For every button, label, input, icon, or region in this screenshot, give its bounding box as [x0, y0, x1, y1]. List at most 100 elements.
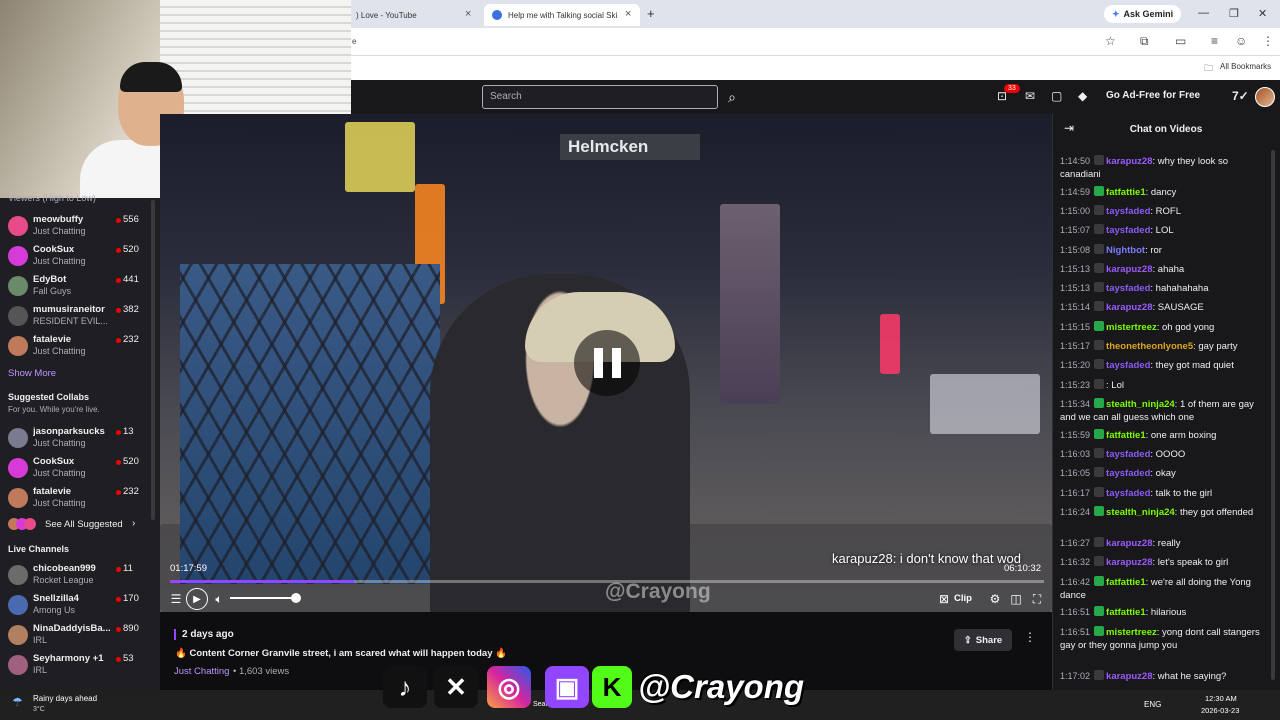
more-options-icon[interactable]: ⋮ — [1024, 630, 1036, 644]
tab-close-icon[interactable]: × — [625, 8, 631, 20]
weather-title[interactable]: Rainy days ahead — [33, 694, 97, 703]
tab-active[interactable]: Help me with Talking social Ski — [484, 4, 640, 26]
chat-username[interactable]: stealth_ninja24 — [1106, 399, 1175, 410]
star-icon[interactable]: ☆ — [1105, 34, 1116, 48]
tab-close-icon[interactable]: × — [465, 8, 471, 20]
chat-badge-icon — [1094, 379, 1105, 389]
chat-timestamp: 1:16:42 — [1060, 577, 1091, 587]
volume-slider[interactable] — [230, 597, 296, 599]
new-tab-icon[interactable]: + — [647, 6, 655, 21]
volume-slider-handle[interactable] — [291, 593, 301, 603]
chat-username[interactable]: taysfaded — [1106, 360, 1150, 371]
clock-time[interactable]: 12:30 AM — [1205, 694, 1237, 703]
avatar — [24, 518, 36, 530]
chat-badge-icon — [1094, 359, 1105, 369]
sidebar-channel[interactable]: Seyharmony +1 IRL 53 — [0, 650, 152, 680]
close-window-icon[interactable]: ✕ — [1258, 7, 1267, 20]
chat-username[interactable]: karapuz28 — [1106, 557, 1152, 568]
chat-username[interactable]: karapuz28 — [1106, 156, 1152, 167]
avatar — [8, 246, 28, 266]
chat-username[interactable]: taysfaded — [1106, 449, 1150, 460]
sidebar-channel[interactable]: Snellzilla4 Among Us 170 — [0, 590, 152, 620]
chat-badge-icon — [1094, 606, 1105, 616]
pause-icon[interactable] — [574, 330, 640, 396]
sidebar-channel[interactable]: CookSux Just Chatting 520 — [0, 453, 152, 483]
menu-list-icon[interactable]: ≡ — [1211, 34, 1218, 48]
sidebar-channel[interactable]: chicobean999 Rocket League 11 — [0, 560, 152, 590]
theatre-mode-icon[interactable]: ◫ — [1008, 591, 1024, 607]
avatar — [8, 306, 28, 326]
chat-username[interactable]: mistertreez — [1106, 627, 1157, 638]
chat-username[interactable]: taysfaded — [1106, 283, 1150, 294]
bits-icon[interactable]: ◆ — [1078, 89, 1087, 103]
chat-username[interactable]: fatfattie1 — [1106, 577, 1146, 588]
search-input[interactable]: Search — [482, 85, 718, 109]
chat-title: Chat on Videos — [1129, 124, 1203, 135]
sidebar-channel[interactable]: jasonparksucks Just Chatting 13 — [0, 423, 152, 453]
chat-username[interactable]: karapuz28 — [1106, 671, 1152, 682]
sidebar-channel[interactable]: mumusiraneitor RESIDENT EVIL... 382 — [0, 301, 152, 331]
sidebar-channel[interactable]: EdyBot Fall Guys 441 — [0, 271, 152, 301]
live-channels-heading: Live Channels — [8, 544, 70, 554]
translate-icon[interactable]: 7✓ — [1232, 89, 1249, 103]
settings-gear-icon[interactable]: ⚙ — [987, 591, 1003, 607]
chat-username[interactable]: taysfaded — [1106, 488, 1150, 499]
channel-name: mumusiraneitor — [33, 304, 105, 315]
maximize-icon[interactable]: ❐ — [1229, 7, 1239, 20]
sidebar-channel[interactable]: NinaDaddyisBa... IRL 890 — [0, 620, 152, 650]
inbox-icon[interactable]: ✉ — [1025, 89, 1035, 103]
volume-icon[interactable]: 🔈︎ — [211, 591, 227, 607]
extensions-icon[interactable]: ⧉ — [1140, 34, 1149, 49]
cast-icon[interactable]: ▭ — [1175, 34, 1186, 48]
category-link[interactable]: Just Chatting — [174, 666, 229, 677]
chat-username[interactable]: karapuz28 — [1106, 302, 1152, 313]
chat-timestamp: 1:15:14 — [1060, 302, 1091, 312]
chat-username[interactable]: stealth_ninja24 — [1106, 507, 1175, 518]
chat-username[interactable]: taysfaded — [1106, 468, 1150, 479]
chat-username[interactable]: fatfattie1 — [1106, 430, 1146, 441]
video-player[interactable]: Helmcken karapuz28: i don't know that wo… — [160, 114, 1052, 612]
neon-sign — [345, 122, 415, 192]
chat-username[interactable]: theonetheonlyone5 — [1106, 341, 1193, 352]
chat-username[interactable]: taysfaded — [1106, 206, 1150, 217]
chat-username[interactable]: mistertreez — [1106, 322, 1157, 333]
fullscreen-icon[interactable]: ⛶ — [1029, 591, 1045, 607]
whispers-icon[interactable]: ▢ — [1051, 89, 1062, 103]
profile-icon[interactable]: ☺ — [1235, 34, 1247, 48]
kebab-menu-icon[interactable]: ⋮ — [1262, 34, 1274, 48]
neon-sign — [880, 314, 900, 374]
chat-text: : LOL — [1150, 225, 1174, 236]
chat-username[interactable]: taysfaded — [1106, 225, 1150, 236]
sidebar-channel[interactable]: fatalevie Just Chatting 232 — [0, 331, 152, 361]
chat-username[interactable]: Nightbot — [1106, 245, 1145, 256]
clip-button[interactable]: Clip — [954, 593, 972, 604]
chat-username[interactable]: fatfattie1 — [1106, 607, 1146, 618]
chat-scrollbar[interactable] — [1271, 150, 1275, 680]
see-all-suggested-link[interactable]: See All Suggested › — [8, 518, 153, 532]
show-more-link[interactable]: Show More — [8, 368, 56, 379]
chat-badge-icon — [1094, 282, 1105, 292]
viewer-count: 520 — [123, 456, 139, 467]
sidebar-channel[interactable]: fatalevie Just Chatting 232 — [0, 483, 152, 513]
chat-badge-icon — [1094, 429, 1105, 439]
tab-youtube[interactable]: ) Love - YouTube — [348, 4, 478, 26]
user-avatar[interactable] — [1255, 87, 1275, 107]
language-indicator[interactable]: ENG — [1144, 700, 1161, 709]
sidebar-channel[interactable]: CookSux Just Chatting 520 — [0, 241, 152, 271]
play-icon[interactable]: ▶ — [186, 588, 208, 610]
chat-username[interactable]: fatfattie1 — [1106, 187, 1146, 198]
chat-username[interactable]: karapuz28 — [1106, 538, 1152, 549]
chat-username[interactable]: karapuz28 — [1106, 264, 1152, 275]
all-bookmarks-link[interactable]: All Bookmarks — [1220, 62, 1271, 71]
chat-text: : hahahahaha — [1150, 283, 1209, 294]
minimize-icon[interactable]: — — [1198, 7, 1209, 19]
playlist-icon[interactable]: ☰ — [168, 591, 184, 607]
search-icon[interactable]: ⌕ — [720, 85, 744, 109]
chat-badge-icon — [1094, 224, 1105, 234]
sidebar-channel[interactable]: meowbuffy Just Chatting 556 — [0, 211, 152, 241]
sidebar-scrollbar[interactable] — [151, 200, 155, 520]
share-button[interactable]: ⇪ Share — [954, 629, 1012, 651]
ask-gemini-button[interactable]: ✦ Ask Gemini — [1104, 5, 1182, 23]
go-ad-free-button[interactable]: Go Ad-Free for Free — [1106, 90, 1200, 101]
chat-timestamp: 1:16:03 — [1060, 449, 1091, 459]
